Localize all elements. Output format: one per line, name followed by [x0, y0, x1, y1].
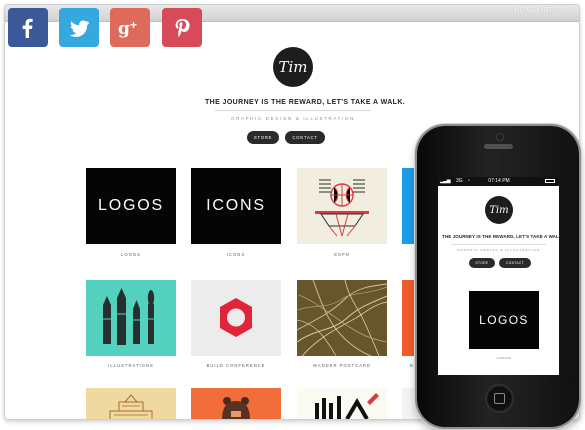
- google-plus-icon: g +: [118, 18, 137, 39]
- iphone-mockup: ▂▃▅ 3G ◔ 07:14 PM Tim THE JOURNEY IS THE…: [417, 126, 579, 427]
- mobile-store-button[interactable]: STORE: [469, 258, 495, 268]
- mobile-site-logo[interactable]: Tim: [485, 196, 513, 224]
- title-divider: [215, 110, 371, 111]
- mobile-page-subtitle: GRAPHIC DESIGN & ILLUSTRATION: [457, 248, 540, 252]
- mobile-featured-label[interactable]: LOGOS: [469, 356, 539, 360]
- phone-screen: ▂▃▅ 3G ◔ 07:14 PM Tim THE JOURNEY IS THE…: [438, 177, 559, 375]
- portfolio-tile-build-conference[interactable]: [191, 280, 281, 356]
- facebook-button[interactable]: [8, 8, 48, 47]
- portfolio-tile-bear[interactable]: [191, 388, 281, 419]
- mobile-page-title: THE JOURNEY IS THE REWARD, LET'S TAKE A …: [442, 234, 559, 239]
- watermark: HONGKIAT.COM: [514, 7, 571, 14]
- building-illustration: [109, 394, 153, 419]
- pinterest-icon: [175, 18, 190, 37]
- portfolio-label-icons[interactable]: ICONS: [191, 252, 281, 257]
- home-square-icon: [494, 393, 505, 404]
- svg-text:+: +: [130, 18, 137, 32]
- art-tools-illustration: [103, 288, 155, 345]
- network-label: 3G: [456, 178, 463, 184]
- wander-map-illustration: [297, 280, 387, 356]
- mobile-featured-logos-tile[interactable]: LOGOS: [469, 291, 539, 349]
- site-logo-text: Tim: [278, 58, 308, 76]
- mobile-logo-text: Tim: [489, 204, 509, 216]
- screenshot-stage: HONGKIAT.COM Tim THE JOURNEY IS THE REWA…: [0, 0, 585, 430]
- google-plus-button[interactable]: g +: [110, 8, 150, 47]
- typography-illustration: [315, 393, 379, 419]
- store-button[interactable]: STORE: [247, 131, 279, 144]
- portfolio-label-logos[interactable]: LOGOS: [86, 252, 176, 257]
- portfolio-label-build-conference[interactable]: BUILD CONFERENCE: [191, 363, 281, 368]
- portfolio-tile-building[interactable]: [86, 388, 176, 419]
- twitter-button[interactable]: [59, 8, 99, 47]
- portfolio-tile-illustrations[interactable]: [86, 280, 176, 356]
- status-time: 07:14 PM: [488, 178, 510, 184]
- phone-speaker: [484, 144, 513, 149]
- pinterest-button[interactable]: [162, 8, 202, 47]
- basketball-hoop-illustration: [315, 179, 369, 237]
- bear-icon: [222, 397, 250, 419]
- page-title: THE JOURNEY IS THE REWARD, LET'S TAKE A …: [205, 99, 406, 106]
- tile-title: ICONS: [206, 197, 266, 214]
- contact-button[interactable]: CONTACT: [285, 131, 325, 144]
- twitter-icon: [69, 20, 89, 37]
- portfolio-tile-wander-postcard[interactable]: [297, 280, 387, 356]
- site-logo[interactable]: Tim: [273, 47, 313, 87]
- svg-text:g: g: [118, 19, 130, 39]
- portfolio-tile-logos[interactable]: LOGOS: [86, 168, 176, 244]
- mobile-title-divider: [451, 244, 546, 245]
- phone-status-bar: ▂▃▅ 3G ◔ 07:14 PM: [438, 177, 559, 186]
- mobile-contact-button[interactable]: CONTACT: [499, 258, 531, 268]
- portfolio-tile-typography[interactable]: [297, 388, 387, 419]
- battery-icon: [545, 179, 555, 183]
- portfolio-label-illustrations[interactable]: ILLUSTRATIONS: [86, 363, 176, 368]
- tile-title: LOGOS: [98, 197, 164, 214]
- portfolio-tile-icons[interactable]: ICONS: [191, 168, 281, 244]
- portfolio-tile-espn[interactable]: [297, 168, 387, 244]
- mobile-featured-title: LOGOS: [479, 313, 529, 327]
- phone-camera: [497, 134, 503, 140]
- page-subtitle: GRAPHIC DESIGN & ILLUSTRATION: [231, 116, 355, 121]
- home-button[interactable]: [485, 384, 514, 413]
- signal-bars-icon: ▂▃▅: [440, 178, 451, 184]
- wifi-icon: ◔: [467, 178, 471, 184]
- portfolio-label-espn[interactable]: ESPN: [297, 252, 387, 257]
- facebook-icon: [22, 18, 33, 38]
- hexagon-nut-icon: [220, 298, 252, 337]
- portfolio-label-wander-postcard[interactable]: WANDER POSTCARD: [297, 363, 387, 368]
